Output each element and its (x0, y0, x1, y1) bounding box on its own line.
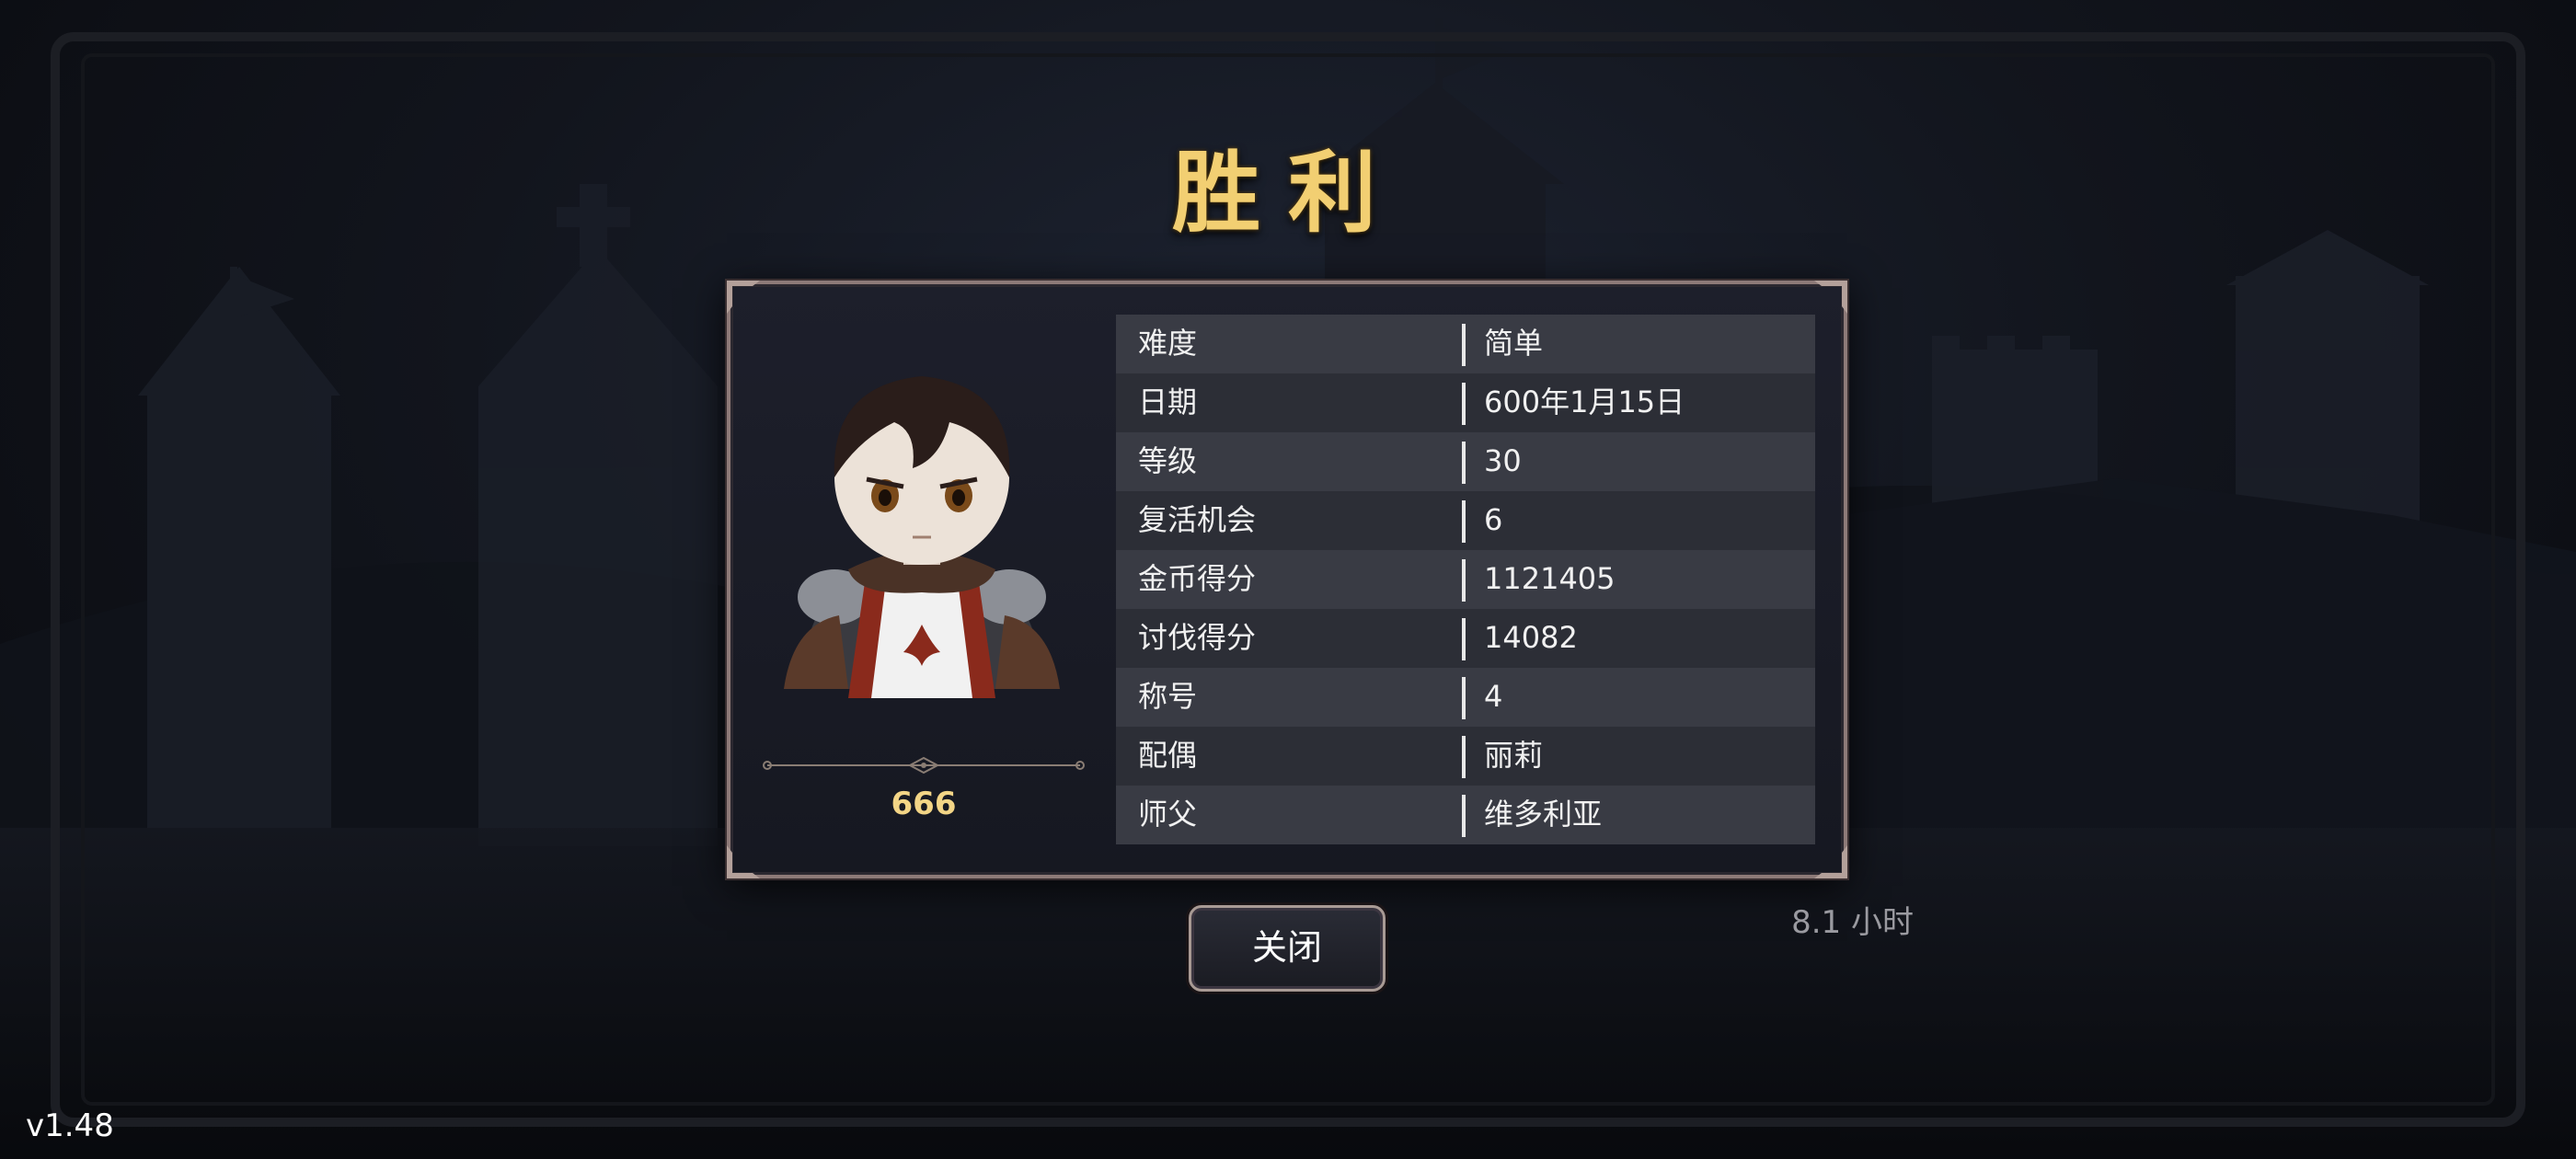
stats-row-value: 1121405 (1484, 561, 1616, 596)
stats-row-label: 师父 (1138, 797, 1198, 832)
version-label: v1.48 (26, 1107, 114, 1144)
stats-row: 复活机会 6 (1116, 491, 1815, 550)
stats-row-value: 600年1月15日 (1484, 384, 1685, 419)
corner-ornament-icon (1814, 281, 1847, 314)
hero-score: 666 (891, 786, 957, 822)
stats-row-value: 丽莉 (1484, 738, 1544, 773)
result-panel: 666 难度 简单日期 600年1月15日等级 30 复活机会 6 金币得分 1121405 讨… (727, 281, 1847, 878)
stats-row-separator (1462, 736, 1466, 778)
stats-row-separator (1462, 324, 1466, 366)
stats-row-value: 维多利亚 (1484, 797, 1603, 832)
stats-row-value: 6 (1484, 502, 1503, 537)
stats-row-separator (1462, 500, 1466, 543)
stats-row: 金币得分 1121405 (1116, 550, 1815, 609)
close-button[interactable]: 关闭 (1189, 905, 1386, 992)
play-time: 8.1 小时 (1791, 904, 1914, 941)
stats-row-value: 简单 (1484, 326, 1544, 361)
stats-row: 称号 4 (1116, 668, 1815, 727)
stats-row: 讨伐得分 14082 (1116, 609, 1815, 668)
corner-ornament-icon (727, 845, 760, 878)
stats-row-value: 14082 (1484, 620, 1578, 655)
stats-row-label: 称号 (1138, 679, 1198, 714)
stats-row: 配偶 丽莉 (1116, 727, 1815, 786)
stats-row-value: 4 (1484, 679, 1503, 714)
victory-screen: 胜利 666 难度 简单 日期 600年1月15日 等级 30 复活机会 6 金… (0, 0, 2576, 1159)
corner-ornament-icon (727, 281, 760, 314)
ornament-divider-icon (763, 756, 1085, 775)
stats-row-separator (1462, 383, 1466, 425)
stats-row-separator (1462, 795, 1466, 837)
stats-row: 等级 30 (1116, 432, 1815, 491)
victory-title: 胜利 (1172, 142, 1404, 245)
stats-row-label: 等级 (1138, 443, 1198, 478)
stats-row-label: 日期 (1138, 384, 1198, 419)
stats-row-label: 配偶 (1138, 738, 1198, 773)
stats-row: 难度 简单 (1116, 315, 1815, 373)
stats-row-value: 30 (1484, 443, 1522, 478)
stats-row-separator (1462, 559, 1466, 602)
stats-row-label: 难度 (1138, 326, 1198, 361)
corner-ornament-icon (1814, 845, 1847, 878)
knight-avatar-icon (784, 376, 1060, 698)
stats-row-label: 讨伐得分 (1138, 620, 1257, 655)
stats-row: 日期 600年1月15日 (1116, 373, 1815, 432)
stats-row: 师父 维多利亚 (1116, 786, 1815, 844)
stats-row-label: 复活机会 (1138, 502, 1257, 537)
stats-row-separator (1462, 618, 1466, 660)
stats-row-separator (1462, 677, 1466, 719)
stats-row-separator (1462, 442, 1466, 484)
stats-row-label: 金币得分 (1138, 561, 1257, 596)
stats-table: 难度 简单日期 600年1月15日等级 30 复活机会 6 金币得分 1121405 讨伐得分 1… (1116, 315, 1815, 850)
